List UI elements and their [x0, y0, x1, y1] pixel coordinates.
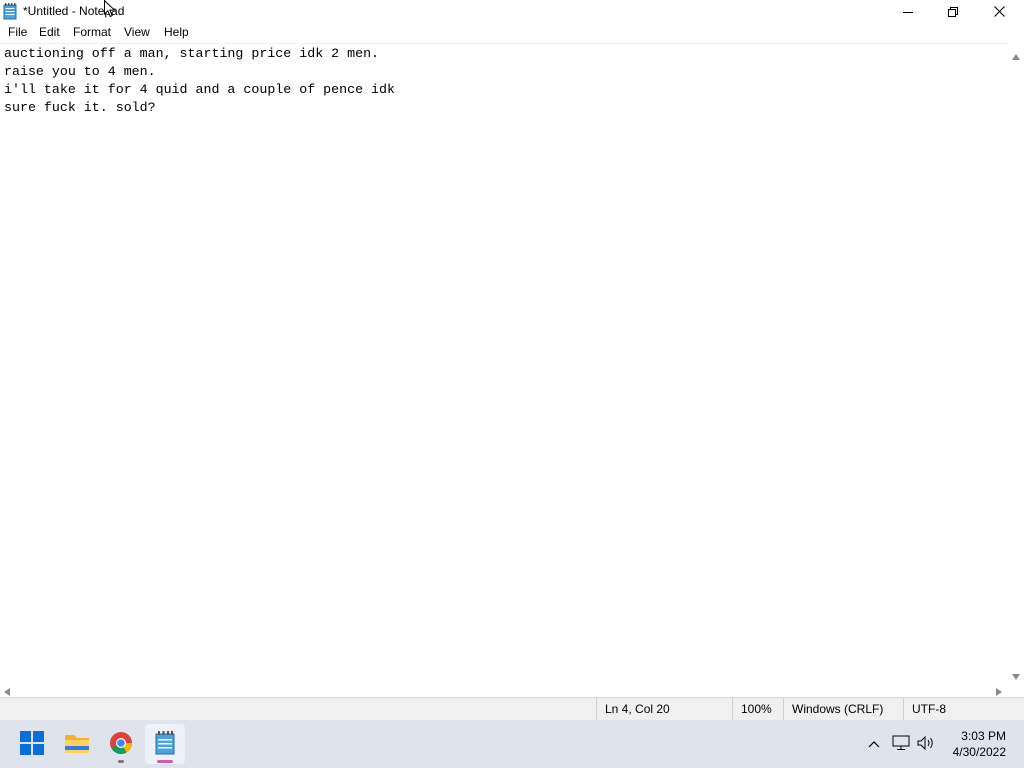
menu-edit[interactable]: Edit	[39, 25, 60, 39]
menu-file[interactable]: File	[8, 25, 27, 39]
chrome-running-indicator	[118, 760, 124, 763]
close-icon	[993, 6, 1005, 17]
chrome-button[interactable]	[101, 724, 141, 764]
start-icon	[20, 730, 44, 758]
notepad-active-indicator	[157, 760, 173, 763]
volume-icon	[917, 735, 935, 754]
file-explorer-icon	[64, 732, 90, 757]
volume-button[interactable]	[916, 734, 936, 754]
notepad-taskbar-button[interactable]	[145, 724, 185, 764]
status-position: Ln 4, Col 20	[596, 698, 732, 721]
minimize-icon	[903, 7, 913, 17]
menu-format[interactable]: Format	[73, 25, 111, 39]
menu-help[interactable]: Help	[164, 25, 189, 39]
clock-date: 4/30/2022	[952, 745, 1006, 759]
network-button[interactable]	[891, 734, 911, 754]
scroll-up-icon[interactable]	[1012, 49, 1020, 63]
notepad-icon	[155, 730, 175, 758]
scroll-corner	[1008, 680, 1024, 697]
restore-icon	[948, 6, 958, 17]
show-hidden-icons-button[interactable]	[864, 734, 884, 754]
text-editor[interactable]: auctioning off a man, starting price idk…	[0, 43, 1008, 681]
title-bar[interactable]: *Untitled - Notepad	[0, 0, 1024, 23]
clock[interactable]: 3:03 PM 4/30/2022	[953, 728, 1006, 760]
status-encoding: UTF-8	[903, 698, 1024, 721]
clock-time: 3:03 PM	[961, 729, 1006, 743]
status-zoom: 100%	[732, 698, 783, 721]
chrome-icon	[109, 731, 133, 758]
menu-bar: File Edit Format View Help	[0, 23, 1024, 42]
file-explorer-button[interactable]	[57, 724, 97, 764]
notepad-icon	[3, 3, 17, 20]
taskbar: 3:03 PM 4/30/2022	[0, 720, 1024, 768]
restore-button[interactable]	[930, 0, 976, 23]
start-button[interactable]	[12, 724, 52, 764]
status-bar: Ln 4, Col 20 100% Windows (CRLF) UTF-8	[0, 697, 1024, 721]
minimize-button[interactable]	[885, 0, 931, 23]
close-button[interactable]	[976, 0, 1022, 23]
chevron-up-icon	[868, 737, 880, 751]
network-icon	[892, 735, 910, 754]
vertical-scrollbar[interactable]	[1008, 43, 1024, 680]
editor-content[interactable]: auctioning off a man, starting price idk…	[4, 45, 395, 117]
mouse-cursor-icon	[104, 0, 116, 21]
horizontal-scrollbar[interactable]	[0, 680, 1008, 697]
status-line-ending: Windows (CRLF)	[783, 698, 903, 721]
menu-view[interactable]: View	[124, 25, 150, 39]
